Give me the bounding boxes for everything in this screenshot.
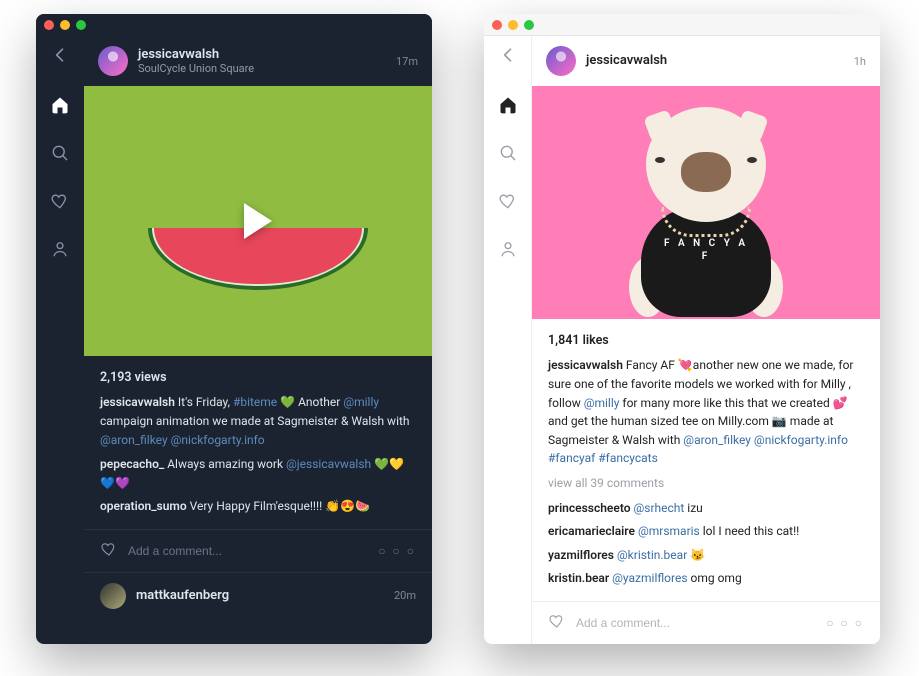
sidebar [484, 36, 532, 644]
comment: pepecacho_ Always amazing work @jessicav… [100, 455, 416, 492]
caption-text: 💚 Another [277, 395, 343, 409]
more-icon[interactable]: ○ ○ ○ [378, 544, 416, 558]
comment: ericamarieclaire @mrsmaris lol I need th… [548, 522, 864, 541]
location[interactable]: SoulCycle Union Square [138, 62, 386, 75]
back-button[interactable] [49, 46, 71, 68]
mention-link[interactable]: @kristin.bear [617, 548, 687, 562]
activity-heart-icon[interactable] [49, 190, 71, 212]
maximize-icon[interactable] [76, 20, 86, 30]
like-count[interactable]: 1,841 likes [548, 331, 864, 350]
hashtag-link[interactable]: #fancycats [595, 451, 658, 465]
mention-link[interactable]: @yazmilflores [612, 571, 687, 585]
comment-user[interactable]: kristin.bear [548, 571, 609, 585]
sidebar [36, 36, 84, 644]
profile-icon[interactable] [497, 238, 519, 260]
mention-link[interactable]: @nickfogarty.info [751, 433, 848, 447]
mention-link[interactable]: @mrsmaris [638, 524, 700, 538]
view-count[interactable]: 2,193 views [100, 368, 416, 387]
activity-heart-icon[interactable] [497, 190, 519, 212]
mention-link[interactable]: @milly [343, 395, 379, 409]
comment-text: lol I need this cat!! [700, 524, 800, 538]
comment-text: Always amazing work [164, 457, 286, 471]
comment-text: omg omg [688, 571, 742, 585]
comment-user[interactable]: operation_sumo [100, 499, 187, 513]
comment: yazmilflores @kristin.bear 😼 [548, 546, 864, 565]
hashtag-link[interactable]: #fancyaf [548, 451, 595, 465]
view-all-comments[interactable]: view all 39 comments [548, 474, 864, 493]
comment: kristin.bear @yazmilflores omg omg [548, 569, 864, 588]
titlebar [484, 14, 880, 36]
post-body: 1,841 likes jessicavwalsh Fancy AF 💘anot… [532, 319, 880, 601]
mention-link[interactable]: @jessicavwalsh [286, 457, 371, 471]
post-header: jessicavwalsh 1h [532, 36, 880, 86]
comment: operation_sumo Very Happy Film'esque!!!!… [100, 497, 416, 516]
mention-link[interactable]: @srhecht [633, 501, 684, 515]
avatar[interactable] [100, 583, 126, 609]
username[interactable]: mattkaufenberg [136, 588, 384, 603]
mention-link[interactable]: @milly [584, 396, 620, 410]
app-body: jessicavwalsh 1h F A N C Y A F 1,841 lik… [484, 36, 880, 644]
mention-link[interactable]: @aron_filkey [100, 433, 168, 447]
app-body: jessicavwalsh SoulCycle Union Square 17m… [36, 36, 432, 644]
caption-user[interactable]: jessicavwalsh [548, 358, 623, 372]
shirt-text: F A N C Y A F [664, 237, 749, 263]
comment-input[interactable] [128, 544, 368, 558]
titlebar [36, 14, 432, 36]
comment: princesscheeto @srhecht izu [548, 499, 864, 518]
post-header-text: jessicavwalsh SoulCycle Union Square [138, 47, 386, 76]
comment-user[interactable]: pepecacho_ [100, 457, 164, 471]
home-icon[interactable] [497, 94, 519, 116]
like-icon[interactable] [100, 540, 118, 562]
app-window-dark: jessicavwalsh SoulCycle Union Square 17m… [36, 14, 432, 644]
next-post-header: mattkaufenberg 20m [84, 572, 432, 619]
search-icon[interactable] [49, 142, 71, 164]
username[interactable]: jessicavwalsh [586, 53, 844, 69]
post-media-image[interactable]: F A N C Y A F [532, 86, 880, 319]
app-window-light: jessicavwalsh 1h F A N C Y A F 1,841 lik… [484, 14, 880, 644]
caption-text: campaign animation we made at Sagmeister… [100, 414, 410, 428]
close-icon[interactable] [492, 20, 502, 30]
comment-text: 😼 [687, 548, 705, 562]
comment-text: izu [684, 501, 702, 515]
mention-link[interactable]: @nickfogarty.info [168, 433, 265, 447]
cat-illustration: F A N C Y A F [621, 107, 791, 317]
maximize-icon[interactable] [524, 20, 534, 30]
avatar[interactable] [98, 46, 128, 76]
avatar[interactable] [546, 46, 576, 76]
comment-text: Very Happy Film'esque!!!! 👏😍🍉 [187, 499, 370, 513]
caption: jessicavwalsh Fancy AF 💘another new one … [548, 356, 864, 468]
feed: jessicavwalsh SoulCycle Union Square 17m… [84, 36, 432, 644]
close-icon[interactable] [44, 20, 54, 30]
comment-user[interactable]: ericamarieclaire [548, 524, 635, 538]
profile-icon[interactable] [49, 238, 71, 260]
caption: jessicavwalsh It's Friday, #biteme 💚 Ano… [100, 393, 416, 449]
username[interactable]: jessicavwalsh [138, 47, 386, 63]
mention-link[interactable]: @aron_filkey [683, 433, 751, 447]
caption-text: It's Friday, [175, 395, 233, 409]
post-header-text: jessicavwalsh [586, 53, 844, 69]
post-media-video[interactable] [84, 86, 432, 356]
post-body: 2,193 views jessicavwalsh It's Friday, #… [84, 356, 432, 529]
comment-user[interactable]: yazmilflores [548, 548, 614, 562]
timestamp: 1h [854, 55, 866, 68]
post-header: jessicavwalsh SoulCycle Union Square 17m [84, 36, 432, 86]
hashtag-link[interactable]: #biteme [233, 395, 277, 409]
search-icon[interactable] [497, 142, 519, 164]
caption-user[interactable]: jessicavwalsh [100, 395, 175, 409]
play-icon[interactable] [244, 203, 272, 239]
comment-user[interactable]: princesscheeto [548, 501, 631, 515]
home-icon[interactable] [49, 94, 71, 116]
minimize-icon[interactable] [60, 20, 70, 30]
add-comment-row: ○ ○ ○ [532, 601, 880, 644]
timestamp: 17m [396, 55, 418, 68]
add-comment-row: ○ ○ ○ [84, 529, 432, 572]
comment-input[interactable] [576, 616, 816, 630]
timestamp: 20m [394, 589, 416, 602]
feed: jessicavwalsh 1h F A N C Y A F 1,841 lik… [532, 36, 880, 644]
more-icon[interactable]: ○ ○ ○ [826, 616, 864, 630]
back-button[interactable] [497, 46, 519, 68]
minimize-icon[interactable] [508, 20, 518, 30]
like-icon[interactable] [548, 612, 566, 634]
